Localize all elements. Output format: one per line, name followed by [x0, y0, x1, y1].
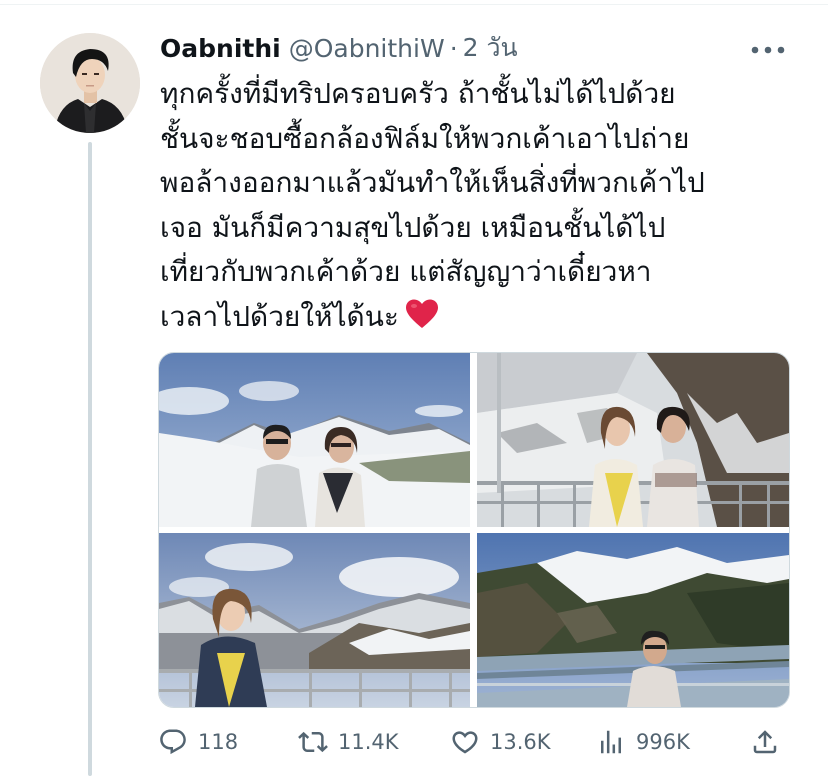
like-count: 13.6K [490, 730, 551, 754]
tweet-action-bar: 118 11.4K 13.6K 996K [158, 722, 788, 762]
more-options-button[interactable] [748, 36, 788, 64]
separator-dot: · [449, 33, 458, 63]
tweet-page: Oabnithi @OabnithiW · 2 วัน ทุกครั้งที่ม… [0, 0, 828, 776]
tweet-text-line: เที่ยวกับพวกเค้าด้วย แต่สัญญาว่าเดี๋ยวหา [160, 255, 652, 288]
photo-couple-snow-mountains-icon [159, 353, 470, 527]
media-photo-3[interactable] [159, 533, 470, 707]
media-grid [158, 352, 790, 708]
photo-man-dam-mountains-icon [477, 533, 789, 707]
share-button[interactable] [750, 722, 790, 762]
share-icon [753, 730, 777, 754]
tweet-header: Oabnithi @OabnithiW · 2 วัน [160, 30, 518, 66]
media-photo-1[interactable] [159, 353, 470, 527]
display-name[interactable]: Oabnithi [160, 34, 281, 63]
thread-connector-line [88, 142, 92, 776]
photo-woman-mountain-view-icon [159, 533, 470, 707]
tweet-text-segment: เวลาไปด้วยให้ได้นะ [160, 299, 399, 333]
timestamp[interactable]: 2 วัน [463, 28, 518, 68]
tweet-text-line: ทุกครั้งที่มีทริปครอบครัว ถ้าชั้นไม่ได้ไ… [160, 77, 676, 110]
heart-icon [452, 731, 478, 754]
divider [0, 4, 828, 5]
retweet-count: 11.4K [338, 730, 399, 754]
tweet-text-line-last: เวลาไปด้วยให้ได้นะ [160, 295, 800, 344]
like-button[interactable]: 13.6K [450, 722, 551, 762]
reply-count: 118 [198, 730, 239, 754]
views-button[interactable]: 996K [596, 722, 690, 762]
media-photo-4[interactable] [477, 533, 789, 707]
views-count: 996K [636, 730, 690, 754]
avatar[interactable] [40, 33, 140, 133]
retweet-icon [298, 731, 328, 753]
views-chart-icon [601, 730, 621, 754]
reply-icon [160, 729, 186, 755]
reply-button[interactable]: 118 [158, 722, 238, 762]
more-horizontal-icon [751, 46, 785, 54]
tweet-text-line: พอล้างออกมาแล้วมันทำให้เห็นสิ่งที่พวกเค้… [160, 166, 705, 199]
tweet-text: ทุกครั้งที่มีทริปครอบครัว ถ้าชั้นไม่ได้ไ… [160, 72, 800, 343]
tweet-text-line: เจอ มันก็มีความสุขไปด้วย เหมือนชั้นได้ไป [160, 210, 666, 244]
red-heart-icon [405, 298, 439, 344]
media-photo-2[interactable] [477, 353, 789, 527]
profile-photo-icon [40, 33, 140, 133]
user-handle[interactable]: @OabnithiW [289, 34, 445, 63]
retweet-button[interactable]: 11.4K [298, 722, 399, 762]
photo-two-women-snowy-slope-icon [477, 353, 789, 527]
tweet-text-line: ชั้นจะชอบซื้อกล้องฟิล์มให้พวกเค้าเอาไปถ่… [160, 121, 690, 155]
